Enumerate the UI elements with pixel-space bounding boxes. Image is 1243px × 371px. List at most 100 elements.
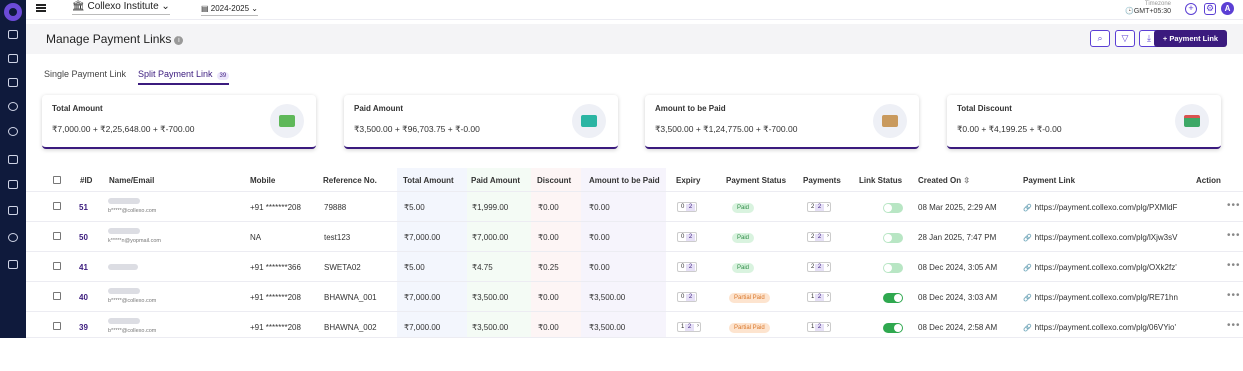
payments-counter[interactable]: 2 2 › — [807, 262, 831, 272]
sort-icon[interactable]: ⇳ — [963, 176, 970, 185]
expiry-counter[interactable]: 02 — [677, 202, 697, 212]
expiry-counter[interactable]: 1 2 › — [677, 322, 701, 332]
expiry-counter[interactable]: 02 — [677, 262, 697, 272]
filter-button[interactable]: ▽ — [1115, 30, 1135, 47]
avatar[interactable]: A — [1221, 2, 1234, 15]
menu-icon[interactable] — [36, 4, 46, 12]
year-selector[interactable]: ▤ 2024-2025 ⌄ — [201, 4, 258, 16]
card-value: ₹3,500.00 + ₹96,703.75 + ₹-0.00 — [354, 124, 480, 134]
add-circle-icon[interactable]: + — [1185, 3, 1197, 15]
link-icon: 🔗 — [1023, 205, 1032, 212]
chevron-right-icon[interactable]: › — [827, 293, 829, 299]
row-created-on: 08 Mar 2025, 2:29 AM — [918, 203, 997, 212]
link-status-toggle[interactable] — [883, 263, 903, 273]
row-created-on: 08 Dec 2024, 3:05 AM — [918, 263, 998, 272]
row-payment-link[interactable]: 🔗 https://payment.collexo.com/plg/06VYio' — [1023, 323, 1176, 332]
tab-single-payment-link[interactable]: Single Payment Link — [44, 69, 126, 79]
name-masked — [108, 228, 140, 234]
app-logo[interactable] — [4, 3, 22, 21]
status-badge: Paid — [732, 203, 755, 213]
row-email: b*****@collexo.com — [108, 298, 157, 304]
info-icon[interactable]: i — [174, 36, 184, 45]
row-payment-link[interactable]: 🔗 https://payment.collexo.com/plg/OXk2fz' — [1023, 263, 1177, 272]
more-actions-icon[interactable]: ••• — [1227, 200, 1241, 211]
row-checkbox[interactable] — [53, 232, 61, 240]
chevron-right-icon[interactable]: › — [827, 263, 829, 269]
gear-icon[interactable]: ⚙ — [1204, 3, 1216, 15]
row-id[interactable]: 50 — [79, 233, 88, 242]
user-icon[interactable] — [8, 102, 18, 111]
link-status-toggle[interactable] — [883, 233, 903, 243]
chevron-right-icon[interactable]: › — [827, 203, 829, 209]
more-actions-icon[interactable]: ••• — [1227, 260, 1241, 271]
chevron-right-icon[interactable]: › — [697, 323, 699, 329]
settings-nav-icon[interactable] — [8, 233, 18, 242]
wallet-nav-icon[interactable] — [8, 155, 18, 164]
link-status-toggle[interactable] — [883, 323, 903, 333]
col-discount: Discount — [537, 176, 572, 185]
row-discount: ₹0.00 — [538, 233, 559, 242]
search-button[interactable]: ⌕ — [1090, 30, 1110, 47]
link-status-toggle[interactable] — [883, 203, 903, 213]
name-masked — [108, 198, 140, 204]
name-masked — [108, 264, 138, 270]
row-checkbox[interactable] — [53, 202, 61, 210]
payments-counter[interactable]: 2 2 › — [807, 202, 831, 212]
row-payment-link[interactable]: 🔗 https://payment.collexo.com/plg/PXMldF — [1023, 203, 1177, 212]
expiry-counter[interactable]: 02 — [677, 292, 697, 302]
card-paid-amount: Paid Amount ₹3,500.00 + ₹96,703.75 + ₹-0… — [344, 95, 618, 149]
card-icon[interactable] — [8, 54, 18, 63]
row-id[interactable]: 39 — [79, 323, 88, 332]
link-icon: 🔗 — [1023, 265, 1032, 272]
institute-selector[interactable]: 🏛 Collexo Institute ⌄ — [72, 1, 170, 15]
col-paid-amount: Paid Amount — [471, 176, 521, 185]
report-icon[interactable] — [8, 260, 18, 269]
row-paid: ₹3,500.00 — [472, 323, 509, 332]
card-total-amount: Total Amount ₹7,000.00 + ₹2,25,648.00 + … — [42, 95, 316, 149]
add-payment-link-button[interactable]: + Payment Link — [1154, 30, 1227, 47]
more-actions-icon[interactable]: ••• — [1227, 290, 1241, 301]
building-icon[interactable] — [8, 180, 18, 189]
tab-split-payment-link[interactable]: Split Payment Link 39 — [138, 69, 230, 85]
payments-counter[interactable]: 1 2 › — [807, 322, 831, 332]
table-row[interactable]: 40 b*****@collexo.com +91 *******208 BHA… — [26, 283, 1243, 312]
col-amount-to-be-paid: Amount to be Paid — [589, 176, 660, 185]
row-checkbox[interactable] — [53, 322, 61, 330]
row-reference: BHAWNA_001 — [324, 293, 377, 302]
table-row[interactable]: 41 +91 *******366 SWETA02 ₹5.00 ₹4.75 ₹0… — [26, 253, 1243, 282]
row-payment-link[interactable]: 🔗 https://payment.collexo.com/plg/lXjw3sV — [1023, 233, 1177, 242]
row-id[interactable]: 51 — [79, 203, 88, 212]
link-status-toggle[interactable] — [883, 293, 903, 303]
table-row[interactable]: 39 b*****@collexo.com +91 *******208 BHA… — [26, 313, 1243, 338]
row-checkbox[interactable] — [53, 292, 61, 300]
more-actions-icon[interactable]: ••• — [1227, 320, 1241, 331]
card-title: Total Amount — [52, 104, 103, 113]
row-id[interactable]: 40 — [79, 293, 88, 302]
chevron-right-icon[interactable]: › — [827, 233, 829, 239]
status-badge: Paid — [732, 233, 755, 243]
table-row[interactable]: 51 b*****@collexo.com +91 *******208 798… — [26, 193, 1243, 222]
row-checkbox[interactable] — [53, 262, 61, 270]
col-name-email: Name/Email — [109, 176, 155, 185]
link-icon: 🔗 — [1023, 295, 1032, 302]
table-row[interactable]: 50 k*****n@yopmail.com NA test123 ₹7,000… — [26, 223, 1243, 252]
expiry-counter[interactable]: 02 — [677, 232, 697, 242]
payments-counter[interactable]: 2 2 › — [807, 232, 831, 242]
row-due: ₹0.00 — [589, 263, 610, 272]
col-mobile: Mobile — [250, 176, 276, 185]
select-all-checkbox[interactable] — [53, 176, 61, 184]
row-id[interactable]: 41 — [79, 263, 88, 272]
folder-icon[interactable] — [8, 206, 18, 215]
col-created-on[interactable]: Created On ⇳ — [918, 176, 970, 185]
document-icon[interactable] — [8, 78, 18, 87]
row-payment-link[interactable]: 🔗 https://payment.collexo.com/plg/RE71hn — [1023, 293, 1178, 302]
more-actions-icon[interactable]: ••• — [1227, 230, 1241, 241]
row-due: ₹0.00 — [589, 203, 610, 212]
col-id: #ID — [80, 176, 93, 185]
payments-counter[interactable]: 1 2 › — [807, 292, 831, 302]
row-due: ₹3,500.00 — [589, 323, 626, 332]
chevron-right-icon[interactable]: › — [827, 323, 829, 329]
dashboard-icon[interactable] — [8, 30, 18, 39]
users-icon[interactable] — [8, 127, 18, 136]
name-masked — [108, 318, 140, 324]
